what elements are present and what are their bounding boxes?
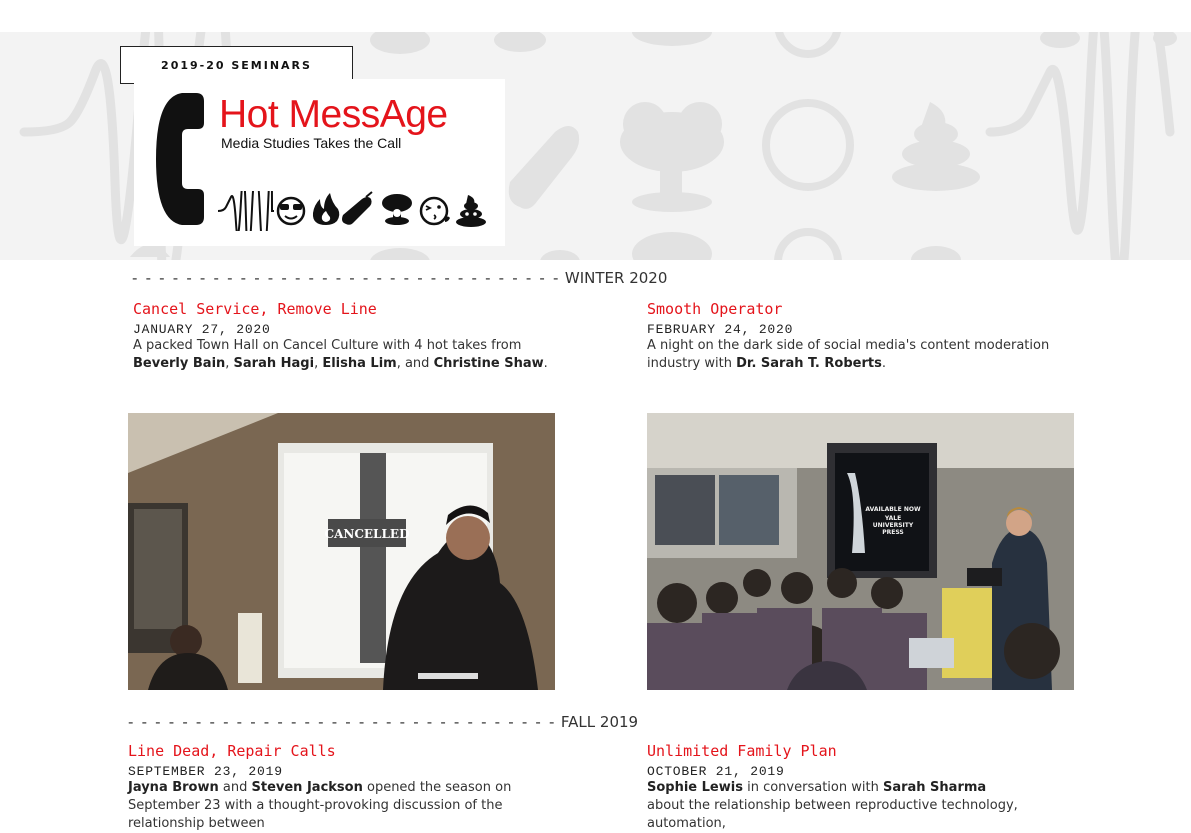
logo-subtitle: Media Studies Takes the Call <box>221 135 402 151</box>
section-dashes: - - - - - - - - - - - - - - - - - - - - … <box>128 713 557 731</box>
event-date: JANUARY 27, 2020 <box>133 322 271 337</box>
event-title[interactable]: Cancel Service, Remove Line <box>133 300 377 318</box>
photo-scene: CANCELLED <box>128 413 555 690</box>
slide-text: CANCELLED <box>325 527 410 541</box>
mushroom-cloud-icon <box>382 194 412 225</box>
event-date: FEBRUARY 24, 2020 <box>647 322 794 337</box>
speaker-name: Elisha Lim <box>322 356 397 371</box>
description-text: . <box>881 356 886 371</box>
soundwave-icon <box>217 191 274 231</box>
event-description: A night on the dark side of social media… <box>647 337 1087 373</box>
slide-line: UNIVERSITY <box>873 522 914 529</box>
mushroom-cloud-icon <box>620 32 724 260</box>
slide-line: PRESS <box>882 529 904 536</box>
logo-title: Hot MessAge <box>219 93 448 136</box>
event-photo-smooth-operator[interactable]: AVAILABLE NOW YALE UNIVERSITY PRESS <box>647 413 1074 690</box>
section-label: FALL 2019 <box>560 713 639 731</box>
event-photo-cancel-service[interactable]: CANCELLED <box>128 413 555 690</box>
poop-icon <box>892 102 980 260</box>
description-text: about the relationship between reproduct… <box>647 798 1018 831</box>
photo-scene: AVAILABLE NOW YALE UNIVERSITY PRESS <box>647 413 1074 690</box>
speaker-name: Sarah Hagi <box>233 356 315 371</box>
section-dashes: - - - - - - - - - - - - - - - - - - - - … <box>132 269 561 287</box>
speaker-name: Jayna Brown <box>128 780 219 795</box>
speaker-name: Sophie Lewis <box>647 780 743 795</box>
eggplant-icon <box>508 114 580 260</box>
description-text: and <box>218 780 252 795</box>
event-description: Sophie Lewis in conversation with Sarah … <box>647 779 1027 833</box>
speaker-name: Steven Jackson <box>251 780 363 795</box>
kiss-face-icon <box>419 196 450 226</box>
section-header-fall: - - - - - - - - - - - - - - - - - - - - … <box>128 713 638 731</box>
slide-line: AVAILABLE NOW <box>865 506 921 513</box>
event-description: Jayna Brown and Steven Jackson opened th… <box>128 779 548 833</box>
eggplant-icon <box>342 191 373 225</box>
speaker-name: Dr. Sarah T. Roberts <box>736 356 882 371</box>
kiss-face-icon <box>762 32 854 260</box>
logo-emoji-row <box>217 191 486 231</box>
event-title[interactable]: Unlimited Family Plan <box>647 742 837 760</box>
section-label: WINTER 2020 <box>564 269 668 287</box>
event-description: A packed Town Hall on Cancel Culture wit… <box>133 337 553 373</box>
description-text: A packed Town Hall on Cancel Culture wit… <box>133 338 522 353</box>
speaker-name: Beverly Bain <box>133 356 226 371</box>
description-text: . <box>543 356 548 371</box>
speaker-name: Sarah Sharma <box>882 780 987 795</box>
section-header-winter: - - - - - - - - - - - - - - - - - - - - … <box>132 269 667 287</box>
event-date: SEPTEMBER 23, 2019 <box>128 764 283 779</box>
phone-icon <box>156 93 204 225</box>
slide-line: YALE <box>884 515 901 522</box>
fire-icon <box>312 193 340 225</box>
description-text: , <box>225 356 234 371</box>
hot-message-logo: Hot MessAge Media Studies Takes the Call <box>134 79 505 246</box>
poop-icon <box>456 195 486 227</box>
speaker-name: Christine Shaw <box>433 356 544 371</box>
event-title[interactable]: Smooth Operator <box>647 300 782 318</box>
description-text: , and <box>396 356 434 371</box>
event-title[interactable]: Line Dead, Repair Calls <box>128 742 336 760</box>
description-text: in conversation with <box>742 780 883 795</box>
event-date: OCTOBER 21, 2019 <box>647 764 785 779</box>
sunglasses-emoji-icon <box>276 196 306 226</box>
